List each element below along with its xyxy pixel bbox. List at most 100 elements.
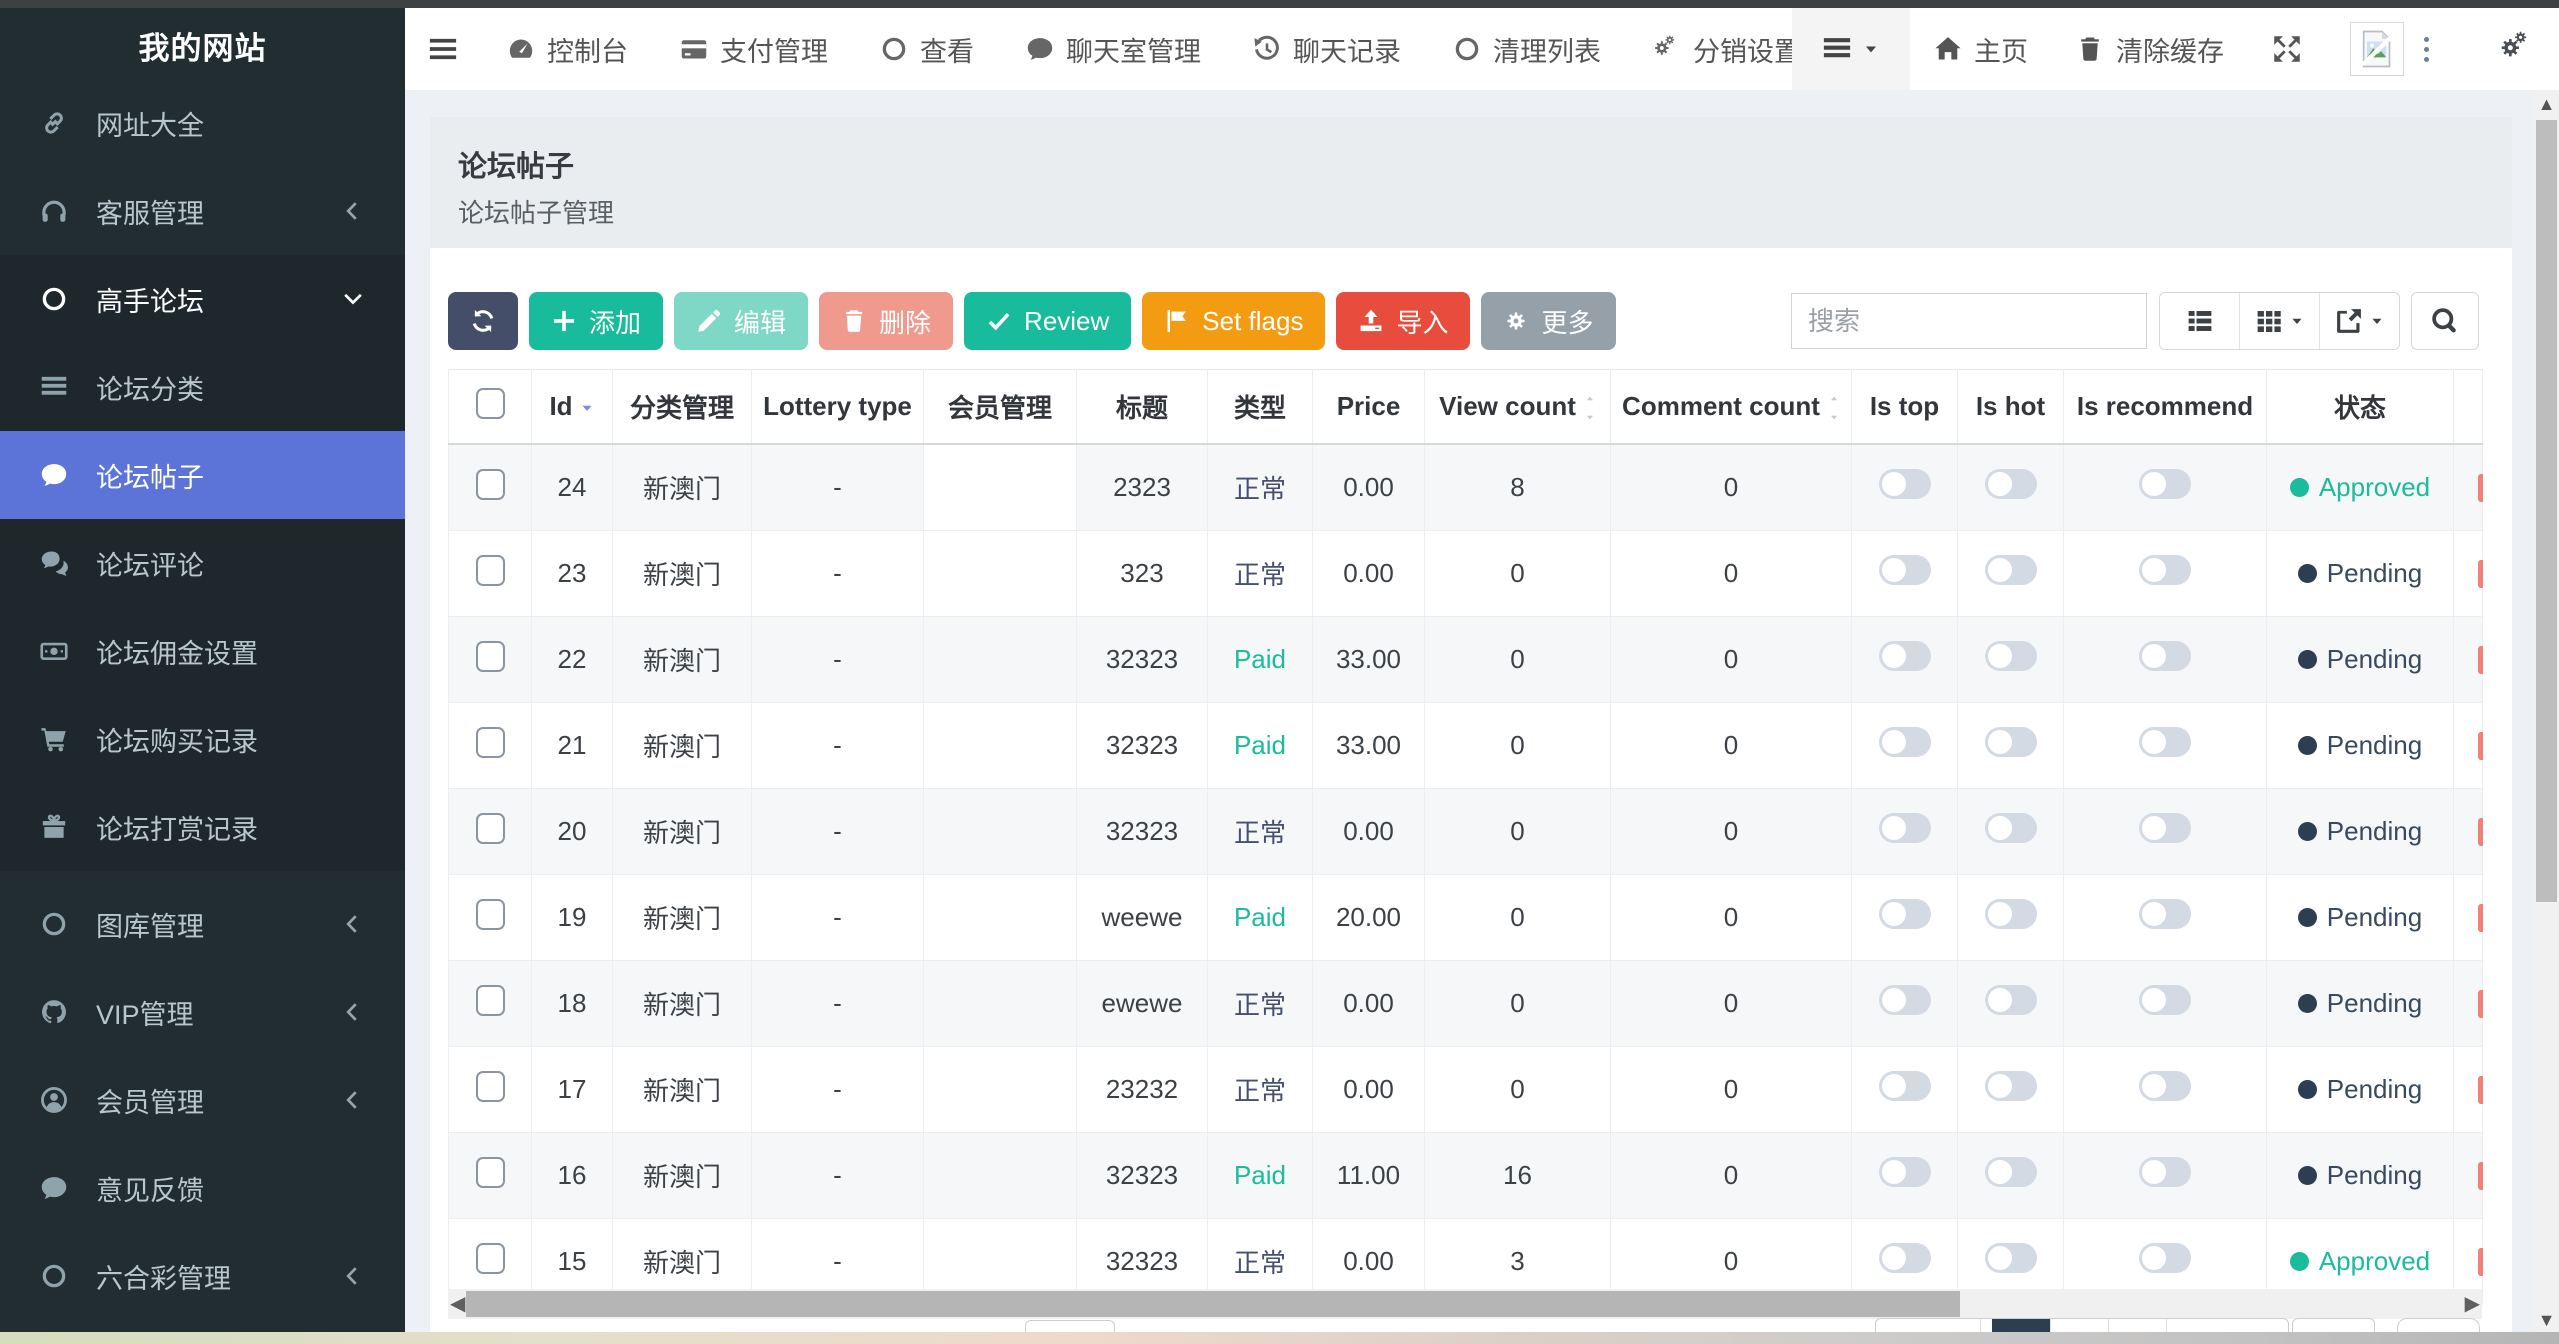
sidebar-item-六合彩管理[interactable]: 六合彩管理 (0, 1232, 405, 1320)
detail-view-button[interactable] (2160, 293, 2240, 349)
is_recommend-toggle-off[interactable] (2139, 1071, 2191, 1101)
sidebar-item-意见反馈[interactable]: 意见反馈 (0, 1144, 405, 1232)
nav-home[interactable]: 主页 (1934, 30, 2028, 69)
row-checkbox[interactable] (476, 727, 505, 758)
is_recommend-toggle-off[interactable] (2139, 1157, 2191, 1187)
toolbar-button-Set flags[interactable]: Set flags (1142, 292, 1325, 350)
sidebar-item-图库管理[interactable]: 图库管理 (0, 880, 405, 968)
scroll-right-arrow-icon[interactable]: ▶ (2465, 1295, 2480, 1313)
is_top-toggle-off[interactable] (1879, 813, 1931, 843)
row-checkbox[interactable] (476, 1157, 505, 1188)
row-checkbox[interactable] (476, 813, 505, 844)
is_top-toggle-off[interactable] (1879, 985, 1931, 1015)
sidebar-item-网址大全[interactable]: 网址大全 (0, 79, 405, 167)
nav-item-3[interactable]: 查看 (880, 30, 974, 69)
column-header-status[interactable]: 状态 (2267, 370, 2454, 445)
toolbar-button-添加[interactable]: 添加 (529, 292, 663, 350)
horizontal-scrollbar[interactable]: ◀ ▶ (448, 1289, 2482, 1319)
nav-item-4[interactable]: 聊天室管理 (1026, 30, 1201, 69)
vertical-scrollbar[interactable]: ▲ ▼ (2534, 90, 2559, 1332)
is_top-toggle-off[interactable] (1879, 555, 1931, 585)
sidebar-item-论坛佣金设置[interactable]: 论坛佣金设置 (0, 607, 405, 695)
column-header-title[interactable]: 标题 (1077, 370, 1208, 445)
is_hot-toggle-off[interactable] (1985, 641, 2037, 671)
column-header-is_recommend[interactable]: Is recommend (2064, 370, 2267, 445)
column-header-lottery[interactable]: Lottery type (752, 370, 924, 445)
is_recommend-toggle-off[interactable] (2139, 469, 2191, 499)
column-header-member[interactable]: 会员管理 (924, 370, 1077, 445)
status-badge[interactable]: Approved (2290, 1246, 2430, 1277)
column-header-category[interactable]: 分类管理 (613, 370, 752, 445)
status-badge[interactable]: Approved (2290, 472, 2430, 503)
hamburger-menu-icon[interactable] (405, 8, 481, 90)
sidebar-item-高手论坛[interactable]: 高手论坛 (0, 255, 405, 343)
is_recommend-toggle-off[interactable] (2139, 899, 2191, 929)
column-header-views[interactable]: View count (1425, 370, 1611, 445)
vertical-scrollbar-thumb[interactable] (2536, 120, 2557, 902)
sidebar-item-论坛打赏记录[interactable]: 论坛打赏记录 (0, 783, 405, 871)
nav-list-dropdown[interactable] (1792, 8, 1910, 90)
column-header-id[interactable]: Id (532, 370, 613, 445)
toolbar-button-Review[interactable]: Review (964, 292, 1131, 350)
status-badge[interactable]: Pending (2298, 644, 2422, 675)
is_hot-toggle-off[interactable] (1985, 899, 2037, 929)
horizontal-scrollbar-thumb[interactable] (466, 1291, 1960, 1317)
sidebar-item-客服管理[interactable]: 客服管理 (0, 167, 405, 255)
sidebar-item-会员管理[interactable]: 会员管理 (0, 1056, 405, 1144)
sidebar-item-论坛评论[interactable]: 论坛评论 (0, 519, 405, 607)
is_hot-toggle-off[interactable] (1985, 469, 2037, 499)
is_hot-toggle-off[interactable] (1985, 1071, 2037, 1101)
status-badge[interactable]: Pending (2298, 558, 2422, 589)
is_top-toggle-off[interactable] (1879, 469, 1931, 499)
is_recommend-toggle-off[interactable] (2139, 555, 2191, 585)
ellipsis-v-icon[interactable] (2424, 37, 2429, 62)
status-badge[interactable]: Pending (2298, 988, 2422, 1019)
is_recommend-toggle-off[interactable] (2139, 641, 2191, 671)
avatar[interactable] (2350, 22, 2404, 76)
status-badge[interactable]: Pending (2298, 730, 2422, 761)
scroll-left-arrow-icon[interactable]: ◀ (450, 1295, 465, 1313)
is_hot-toggle-off[interactable] (1985, 727, 2037, 757)
fullscreen-toggle[interactable] (2272, 34, 2302, 64)
column-header-price[interactable]: Price (1313, 370, 1425, 445)
nav-item-5[interactable]: 聊天记录 (1253, 30, 1401, 69)
is_recommend-toggle-off[interactable] (2139, 727, 2191, 757)
status-badge[interactable]: Pending (2298, 816, 2422, 847)
sidebar-item-论坛帖子[interactable]: 论坛帖子 (0, 431, 405, 519)
nav-clear-cache[interactable]: 清除缓存 (2076, 30, 2224, 69)
is_hot-toggle-off[interactable] (1985, 555, 2037, 585)
sidebar-item-VIP管理[interactable]: VIP管理 (0, 968, 405, 1056)
status-badge[interactable]: Pending (2298, 902, 2422, 933)
column-header-is_top[interactable]: Is top (1852, 370, 1958, 445)
is_top-toggle-off[interactable] (1879, 641, 1931, 671)
nav-item-6[interactable]: 清理列表 (1453, 30, 1601, 69)
status-badge[interactable]: Pending (2298, 1160, 2422, 1191)
is_hot-toggle-off[interactable] (1985, 1243, 2037, 1273)
nav-item-7[interactable]: 分销设置 (1653, 30, 1801, 69)
nav-item-2[interactable]: 支付管理 (680, 30, 828, 69)
is_recommend-toggle-off[interactable] (2139, 985, 2191, 1015)
is_hot-toggle-off[interactable] (1985, 1157, 2037, 1187)
column-header-is_hot[interactable]: Is hot (1958, 370, 2064, 445)
is_hot-toggle-off[interactable] (1985, 985, 2037, 1015)
sidebar-item-论坛购买记录[interactable]: 论坛购买记录 (0, 695, 405, 783)
toolbar-button-refresh[interactable] (448, 292, 518, 350)
scroll-down-arrow-icon[interactable]: ▼ (2534, 1310, 2559, 1331)
settings-cogs-icon[interactable] (2499, 31, 2535, 67)
status-badge[interactable]: Pending (2298, 1074, 2422, 1105)
row-checkbox[interactable] (476, 1243, 505, 1274)
row-checkbox[interactable] (476, 1071, 505, 1102)
row-checkbox[interactable] (476, 985, 505, 1016)
toolbar-button-更多[interactable]: 更多 (1481, 292, 1615, 350)
is_top-toggle-off[interactable] (1879, 1071, 1931, 1101)
is_top-toggle-off[interactable] (1879, 899, 1931, 929)
toolbar-button-编辑[interactable]: 编辑 (674, 292, 808, 350)
is_recommend-toggle-off[interactable] (2139, 1243, 2191, 1273)
toolbar-button-删除[interactable]: 删除 (819, 292, 953, 350)
row-checkbox[interactable] (476, 641, 505, 672)
row-checkbox[interactable] (476, 899, 505, 930)
export-button[interactable] (2320, 293, 2399, 349)
row-checkbox[interactable] (476, 555, 505, 586)
nav-item-1[interactable]: 控制台 (507, 30, 628, 69)
search-input[interactable] (1791, 293, 2147, 349)
